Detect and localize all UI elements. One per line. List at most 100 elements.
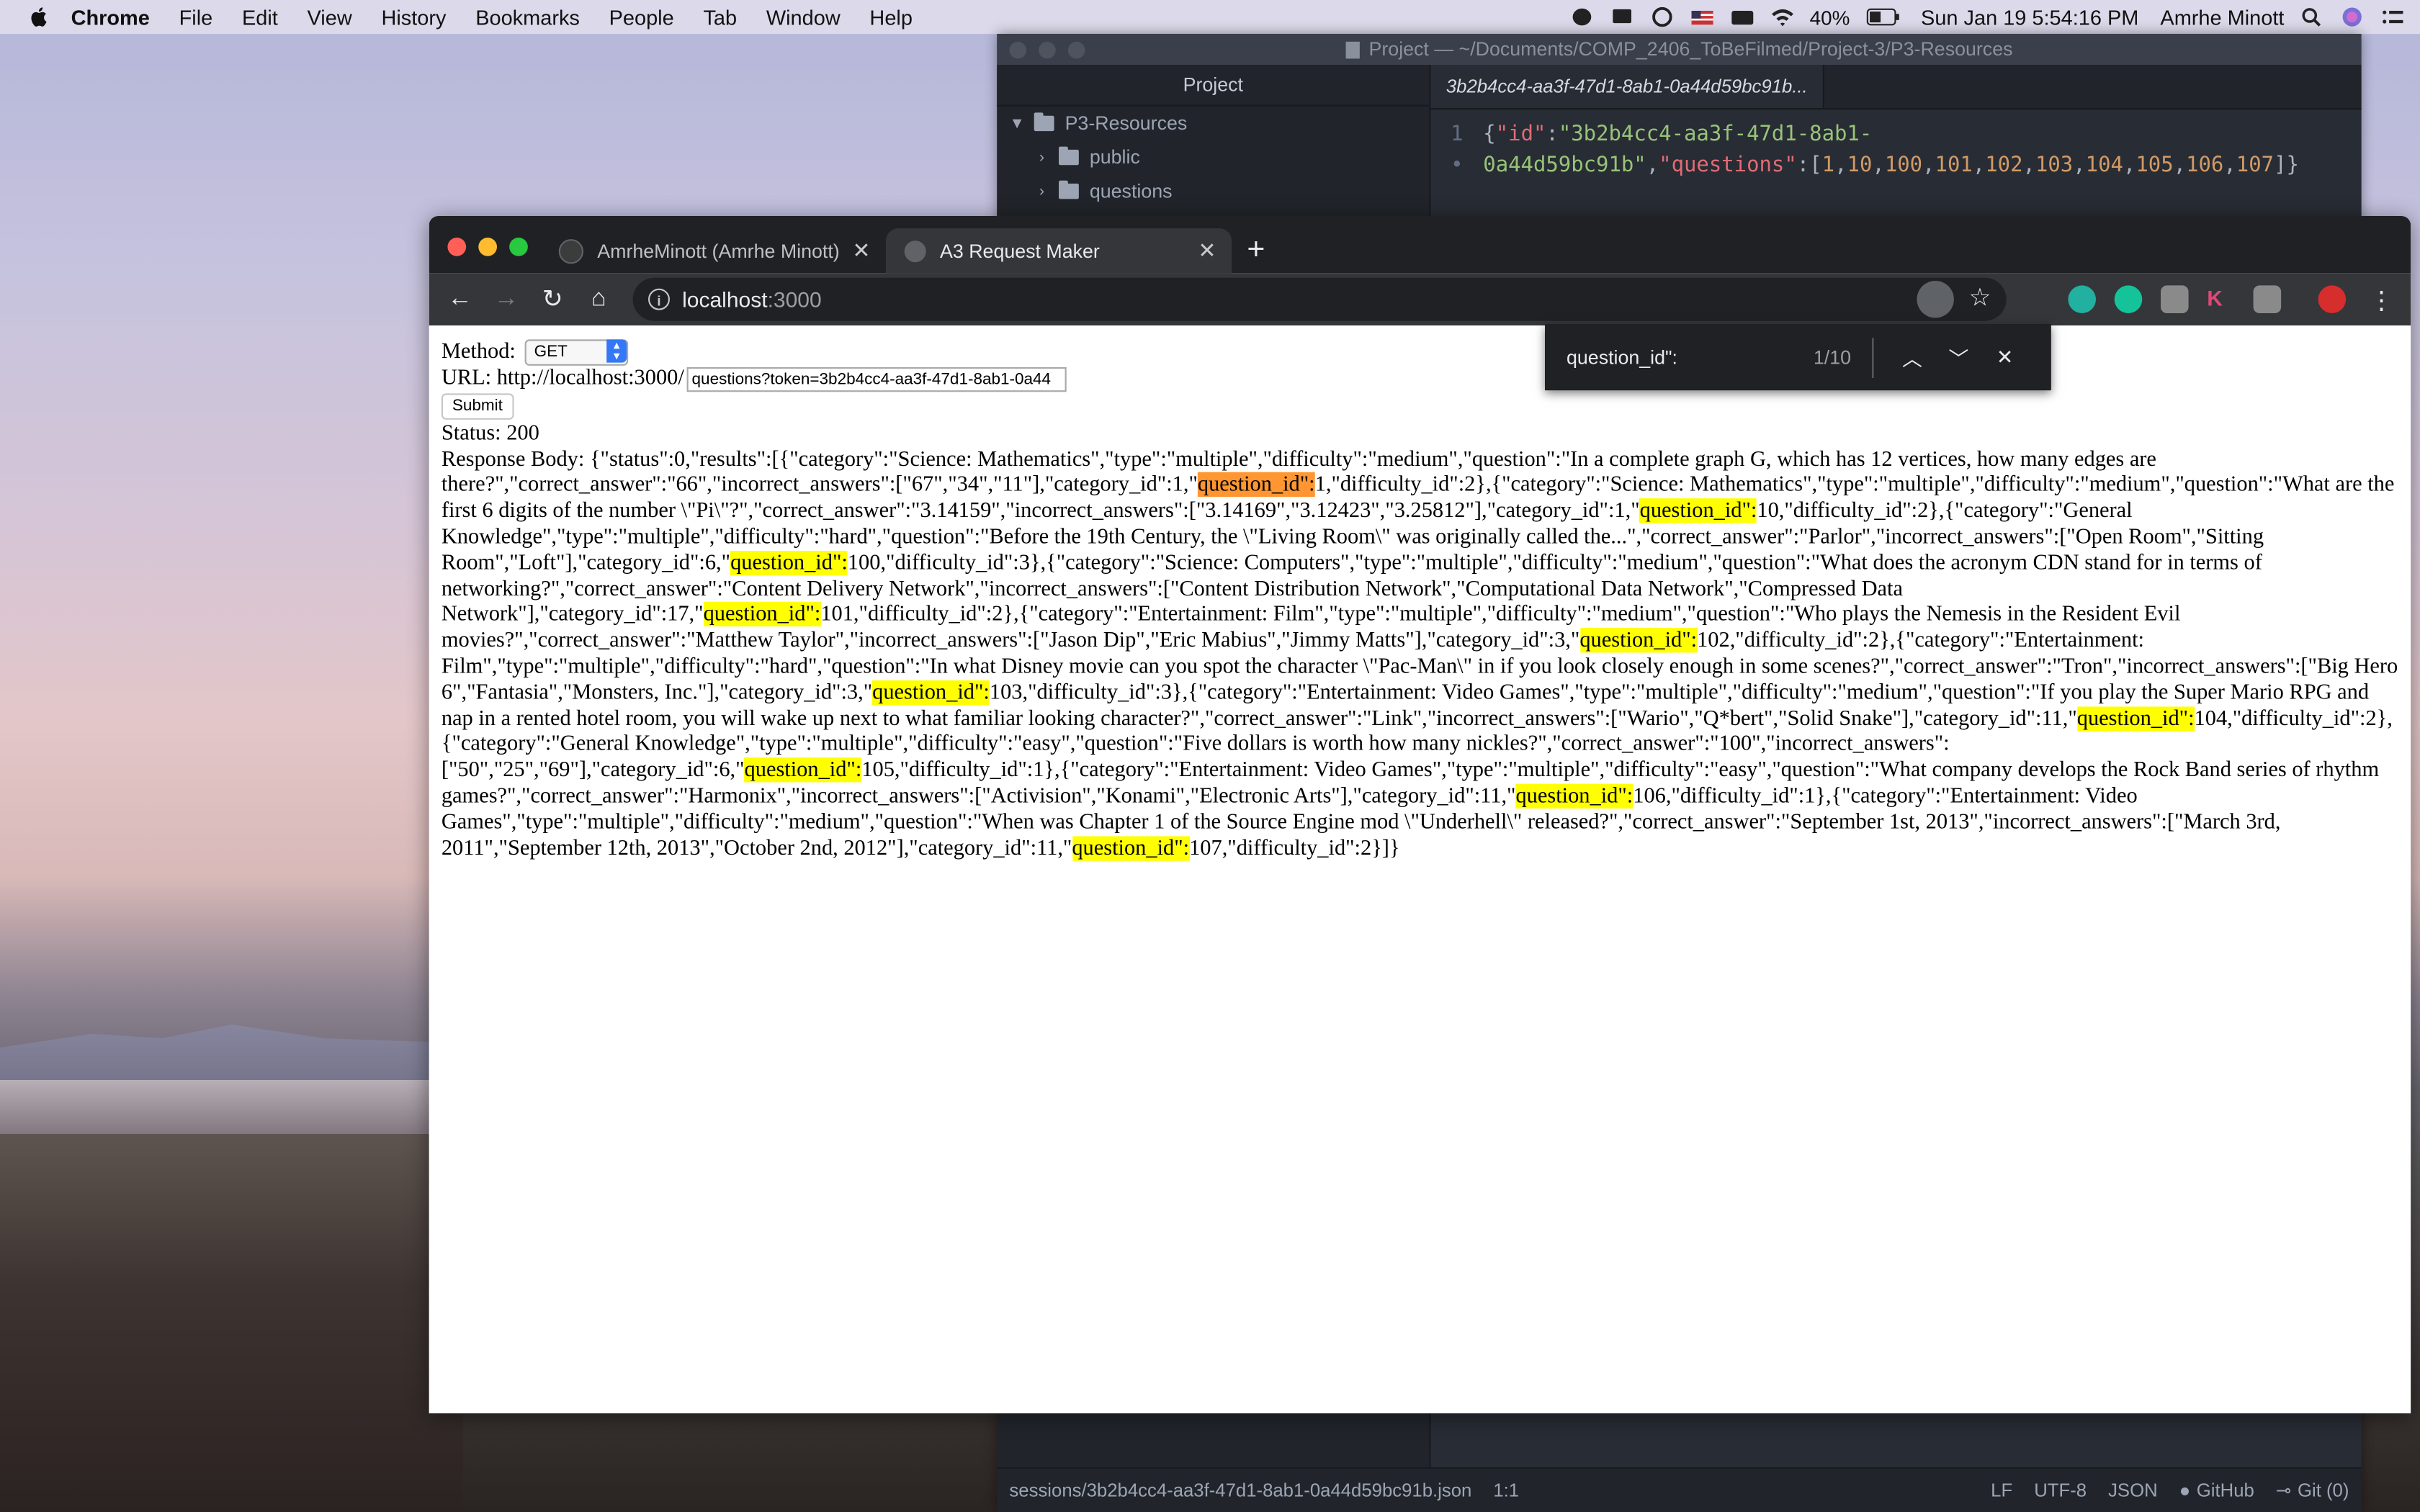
battery-icon[interactable] bbox=[1865, 6, 1899, 28]
method-label: Method: bbox=[441, 338, 516, 364]
chevron-right-icon[interactable]: › bbox=[1031, 183, 1052, 200]
home-icon[interactable]: ⌂ bbox=[575, 285, 622, 313]
submit-button[interactable]: Submit bbox=[441, 392, 514, 420]
find-match-highlight: question_id": bbox=[1639, 498, 1757, 523]
status-grammar[interactable]: JSON bbox=[2108, 1480, 2158, 1501]
url-label: URL: http://localhost:3000/ bbox=[441, 365, 684, 391]
method-select-value: GET bbox=[534, 341, 568, 361]
profile-avatar-icon[interactable] bbox=[2318, 285, 2347, 313]
grammarly-icon[interactable] bbox=[2114, 285, 2143, 313]
reload-icon[interactable]: ↻ bbox=[529, 284, 575, 315]
close-icon[interactable]: ✕ bbox=[1981, 345, 2027, 369]
code-number: 102 bbox=[1985, 153, 2023, 178]
salt-flat bbox=[0, 1080, 463, 1142]
clock[interactable]: Sun Jan 19 5:54:16 PM bbox=[1921, 6, 2138, 29]
close-icon[interactable] bbox=[447, 238, 467, 256]
method-select[interactable]: GET ▴ ▾ bbox=[524, 338, 629, 365]
close-tab-icon[interactable]: ✕ bbox=[1198, 238, 1216, 264]
menu-chrome[interactable]: Chrome bbox=[71, 6, 150, 29]
code-number: 105 bbox=[2136, 153, 2174, 178]
extension-k-icon[interactable]: K bbox=[2207, 285, 2235, 313]
menu-file[interactable]: File bbox=[179, 6, 213, 29]
tree-item-questions[interactable]: › questions bbox=[997, 174, 1429, 208]
code-number: 101 bbox=[1935, 153, 1973, 178]
code-number: 1 bbox=[1821, 153, 1835, 178]
find-match-count: 1/10 bbox=[1813, 346, 1852, 369]
menu-help[interactable]: Help bbox=[869, 6, 912, 29]
extension-tb-icon[interactable] bbox=[2161, 285, 2189, 313]
find-match-highlight: question_id": bbox=[872, 680, 990, 705]
chevron-right-icon[interactable]: › bbox=[1031, 149, 1052, 166]
status-encoding[interactable]: UTF-8 bbox=[2034, 1480, 2087, 1501]
extension-code-icon[interactable] bbox=[2253, 285, 2282, 313]
menu-kebab-icon[interactable]: ⋮ bbox=[2367, 285, 2396, 315]
chrome-window: AmrheMinott (Amrhe Minott) ✕ A3 Request … bbox=[429, 216, 2411, 1413]
keyboard-icon[interactable] bbox=[1729, 6, 1754, 28]
menu-tab[interactable]: Tab bbox=[703, 6, 737, 29]
spotlight-search-icon[interactable] bbox=[2300, 6, 2324, 28]
git-icon[interactable]: ⊸ bbox=[2276, 1480, 2292, 1501]
menu-edit[interactable]: Edit bbox=[242, 6, 278, 29]
siri-icon[interactable] bbox=[2340, 6, 2365, 28]
url-input[interactable]: questions?token=3b2b4cc4-aa3f-47d1-8ab1-… bbox=[687, 366, 1067, 392]
project-tree-header[interactable]: Project bbox=[997, 65, 1430, 107]
line-number: • bbox=[1451, 153, 1464, 178]
folder-icon bbox=[1034, 112, 1054, 132]
tree-item-root[interactable]: ▼ P3-Resources bbox=[997, 107, 1429, 140]
wifi-icon[interactable] bbox=[1770, 6, 1794, 28]
bookmark-star-icon[interactable]: ☆ bbox=[1969, 282, 1991, 313]
status-cursor[interactable]: 1:1 bbox=[1493, 1480, 1519, 1501]
status-git[interactable]: Git (0) bbox=[2298, 1480, 2349, 1501]
desktop: Chrome File Edit View History Bookmarks … bbox=[0, 0, 2420, 1512]
code-number: 107 bbox=[2236, 153, 2275, 178]
line-number: 1 bbox=[1451, 122, 1464, 147]
minimize-icon[interactable] bbox=[1039, 41, 1056, 59]
minimize-icon[interactable] bbox=[478, 238, 497, 256]
apple-icon[interactable] bbox=[28, 6, 50, 28]
chevron-down-icon[interactable]: ▼ bbox=[1006, 115, 1028, 132]
desert-ground bbox=[0, 1134, 463, 1512]
find-input[interactable]: question_id": bbox=[1567, 346, 1814, 368]
maximize-icon[interactable] bbox=[509, 238, 528, 256]
chevron-down-icon[interactable]: ﹀ bbox=[1935, 343, 1981, 372]
tab-title: A3 Request Maker bbox=[940, 240, 1100, 262]
menu-people[interactable]: People bbox=[609, 6, 674, 29]
tree-item-label: public bbox=[1089, 146, 1140, 168]
menu-window[interactable]: Window bbox=[766, 6, 841, 29]
find-match-highlight: question_id": bbox=[1515, 783, 1634, 809]
menu-bookmarks[interactable]: Bookmarks bbox=[475, 6, 580, 29]
us-flag-icon[interactable] bbox=[1690, 6, 1714, 28]
tab-github[interactable]: AmrheMinott (Amrhe Minott) ✕ bbox=[540, 228, 886, 273]
elephant-icon[interactable] bbox=[1569, 6, 1593, 28]
info-icon[interactable]: i bbox=[648, 288, 670, 310]
tab-a3-request-maker[interactable]: A3 Request Maker ✕ bbox=[886, 228, 1232, 274]
notification-icon[interactable] bbox=[1609, 6, 1634, 28]
status-line-ending[interactable]: LF bbox=[1991, 1480, 2012, 1501]
status-github[interactable]: GitHub bbox=[2197, 1480, 2254, 1501]
url-port: :3000 bbox=[767, 287, 822, 312]
status-file-path[interactable]: sessions/3b2b4cc4-aa3f-47d1-8ab1-0a44d59… bbox=[1009, 1480, 1471, 1501]
forward-icon[interactable]: → bbox=[483, 285, 529, 313]
close-tab-icon[interactable]: ✕ bbox=[852, 238, 870, 264]
tab-strip: AmrheMinott (Amrhe Minott) ✕ A3 Request … bbox=[429, 216, 2411, 274]
tree-item-public[interactable]: › public bbox=[997, 140, 1429, 174]
code-content[interactable]: 1 {"id":"3b2b4cc4-aa3f-47d1-8ab1- • 0a44d5… bbox=[1430, 109, 2361, 181]
notification-center-icon[interactable] bbox=[2380, 6, 2404, 28]
code-number: 106 bbox=[2186, 153, 2224, 178]
extension-teal-icon[interactable] bbox=[2068, 285, 2096, 313]
editor-tab[interactable]: 3b2b4cc4-aa3f-47d1-8ab1-0a44d59bc91b... bbox=[1430, 65, 1825, 108]
atom-window-title: Project — ~/Documents/COMP_2406_ToBeFilm… bbox=[1368, 38, 2013, 60]
chevron-up-icon[interactable]: ︿ bbox=[1889, 343, 1935, 372]
menu-view[interactable]: View bbox=[308, 6, 352, 29]
maximize-icon[interactable] bbox=[1067, 41, 1085, 59]
find-in-page-icon[interactable] bbox=[1917, 281, 1954, 318]
creative-cloud-icon[interactable] bbox=[1649, 6, 1674, 28]
github-icon[interactable]: ● bbox=[2179, 1480, 2191, 1501]
new-tab-button[interactable]: + bbox=[1247, 228, 1265, 273]
close-icon[interactable] bbox=[1009, 41, 1026, 59]
menu-history[interactable]: History bbox=[381, 6, 446, 29]
user-name[interactable]: Amrhe Minott bbox=[2160, 6, 2284, 29]
battery-percent: 40% bbox=[1809, 5, 1850, 29]
back-icon[interactable]: ← bbox=[436, 285, 483, 313]
address-bar[interactable]: i localhost:3000 ☆ bbox=[632, 277, 2007, 321]
